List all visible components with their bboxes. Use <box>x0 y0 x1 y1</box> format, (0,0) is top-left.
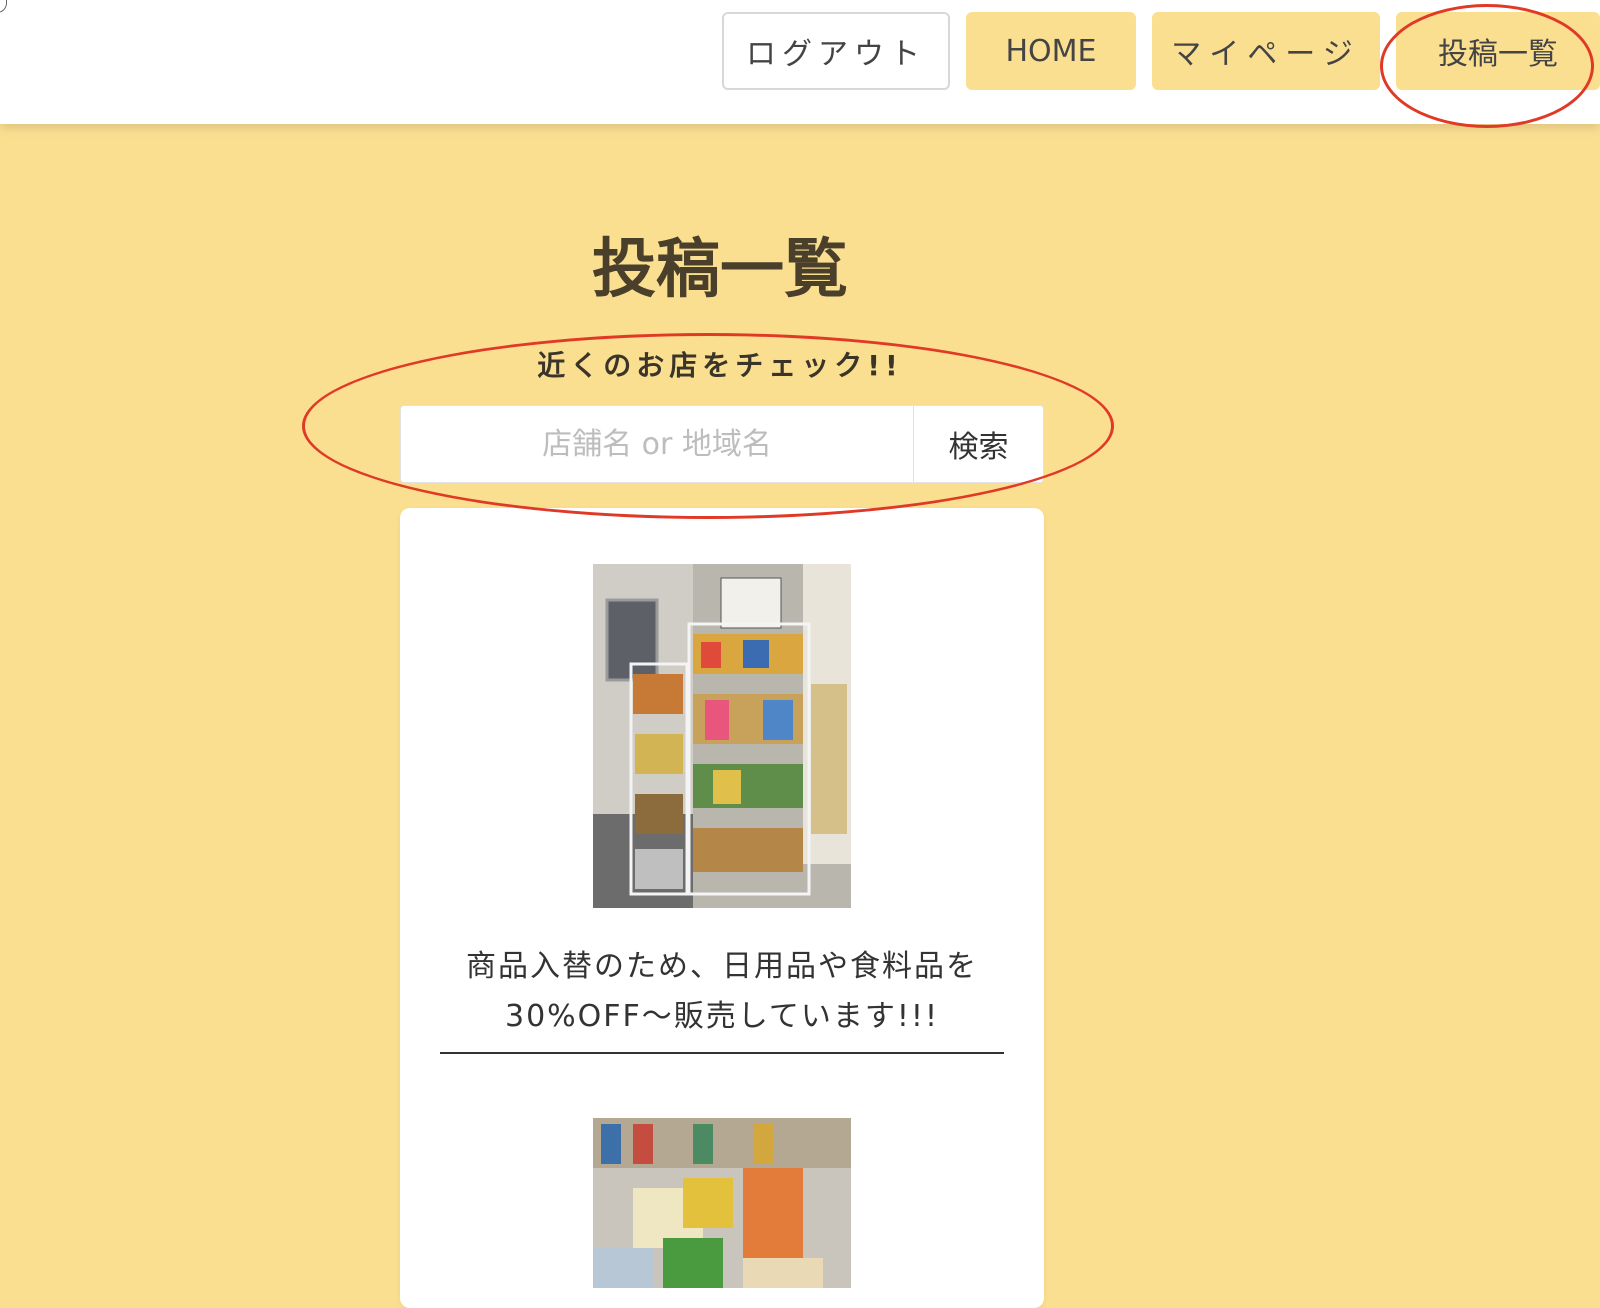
post-list-button[interactable]: 投稿一覧 <box>1396 12 1600 90</box>
window-corner-mark <box>0 0 7 13</box>
post-list-card: 商品入替のため、日用品や食料品を 30%OFF〜販売しています!!! <box>400 508 1044 1308</box>
search-input[interactable] <box>401 406 913 482</box>
search-button[interactable]: 検索 <box>913 406 1043 482</box>
post-photo[interactable] <box>593 564 851 908</box>
top-nav-bar: ログアウト HOME マイページ 投稿一覧 <box>0 0 1600 124</box>
post-text-line-2: 30%OFF〜販売しています!!! <box>505 999 939 1034</box>
store-shelf-photo-2 <box>593 1118 851 1288</box>
post-text: 商品入替のため、日用品や食料品を 30%OFF〜販売しています!!! <box>430 942 1014 1042</box>
search-form: 検索 <box>400 405 1044 483</box>
post-text-line-1: 商品入替のため、日用品や食料品を <box>466 949 978 984</box>
mypage-button[interactable]: マイページ <box>1152 12 1380 90</box>
store-shelf-photo <box>593 564 851 908</box>
search-heading: 近くのお店をチェック!! <box>537 349 903 382</box>
post-divider <box>440 1052 1004 1054</box>
page-title: 投稿一覧 <box>592 233 848 307</box>
home-button[interactable]: HOME <box>966 12 1136 90</box>
logout-button[interactable]: ログアウト <box>722 12 950 90</box>
post-photo[interactable] <box>593 1118 851 1288</box>
